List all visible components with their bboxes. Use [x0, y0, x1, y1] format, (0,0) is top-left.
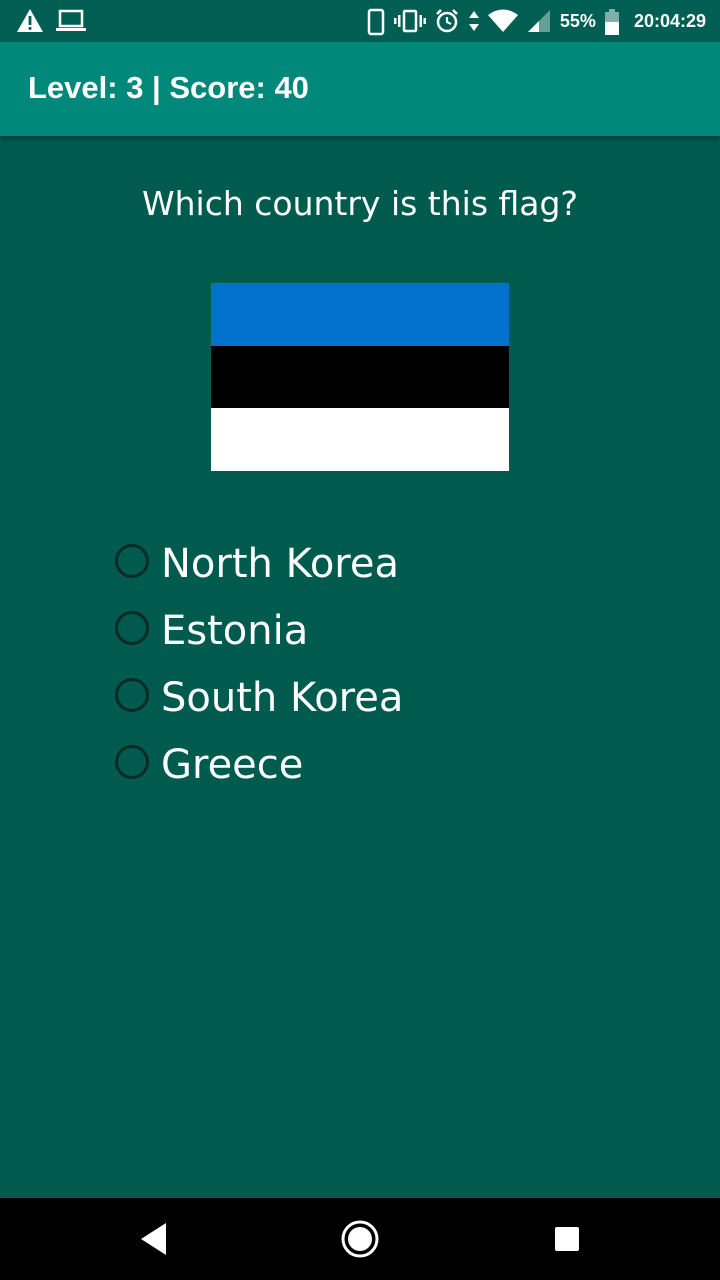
wifi-icon	[487, 8, 518, 34]
question-text: Which country is this flag?	[142, 184, 578, 223]
option-north-korea[interactable]: North Korea	[115, 530, 403, 597]
status-bar: 55% 20:04:29	[0, 0, 720, 42]
battery-percent: 55%	[559, 10, 596, 31]
vibrate-icon	[393, 8, 426, 34]
radio-button[interactable]	[115, 610, 149, 645]
option-estonia[interactable]: Estonia	[115, 597, 403, 664]
clock: 20:04:29	[633, 10, 706, 31]
flag-stripe-top	[211, 283, 509, 346]
alarm-icon	[434, 8, 460, 34]
flag-stripe-bottom	[211, 408, 509, 471]
option-label: Greece	[161, 741, 304, 788]
option-label: South Korea	[161, 674, 404, 721]
cell-signal-icon	[526, 8, 552, 34]
laptop-icon	[56, 8, 86, 34]
option-south-korea[interactable]: South Korea	[115, 664, 403, 731]
flag-stripe-middle	[211, 345, 509, 409]
radio-button[interactable]	[115, 677, 149, 712]
answer-options: North Korea Estonia South Korea Greece	[115, 530, 403, 798]
option-greece[interactable]: Greece	[115, 731, 403, 798]
home-icon[interactable]	[339, 1218, 381, 1260]
phone-icon	[366, 8, 386, 36]
back-icon[interactable]	[138, 1218, 180, 1260]
level-score-title: Level: 3 | Score: 40	[28, 70, 309, 105]
battery-icon	[604, 8, 620, 35]
warning-icon	[16, 8, 43, 34]
navigation-bar	[0, 1198, 720, 1280]
recents-icon[interactable]	[546, 1218, 588, 1260]
flag-image	[211, 283, 509, 471]
data-arrows-icon	[468, 8, 480, 34]
app-bar: Level: 3 | Score: 40	[0, 42, 720, 136]
radio-button[interactable]	[115, 744, 149, 779]
option-label: North Korea	[161, 540, 399, 587]
radio-button[interactable]	[115, 543, 149, 578]
option-label: Estonia	[161, 607, 309, 654]
